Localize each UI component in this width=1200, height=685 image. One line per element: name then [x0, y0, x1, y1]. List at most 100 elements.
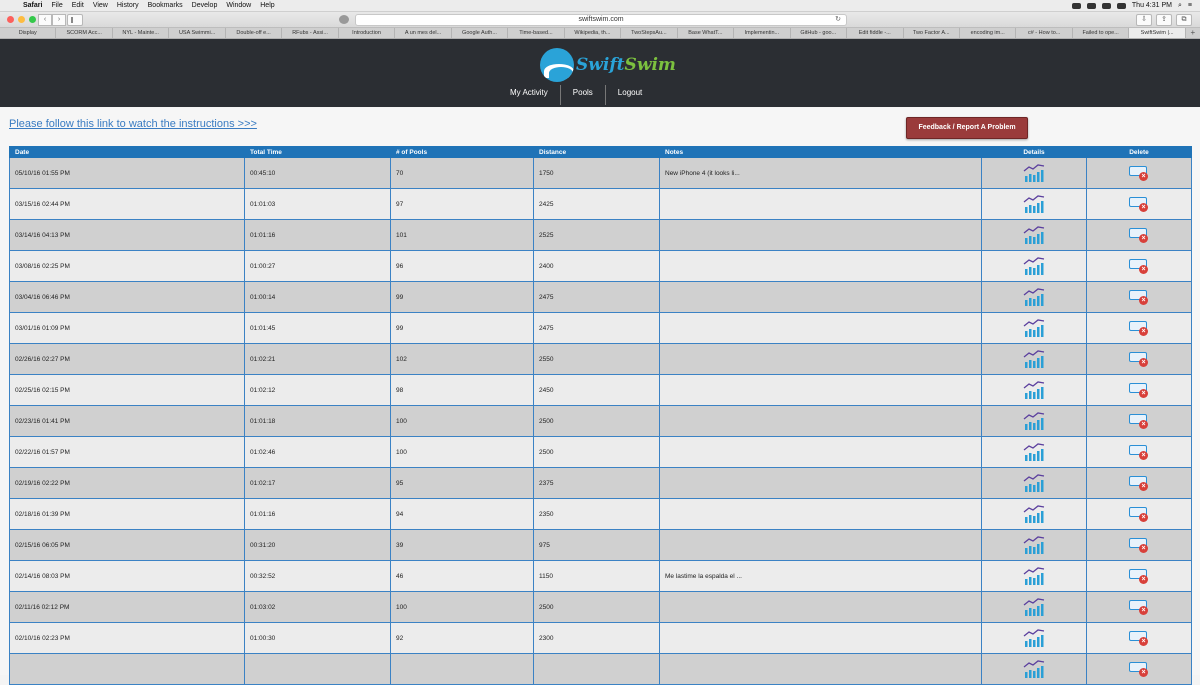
details-chart-icon[interactable]	[1023, 598, 1045, 616]
browser-tab[interactable]: Wikipedia, th...	[565, 28, 622, 38]
col-header-date[interactable]: Date	[9, 146, 245, 158]
menu-file[interactable]: File	[51, 0, 62, 11]
delete-icon[interactable]: ×	[1127, 194, 1151, 214]
status-icon[interactable]	[1071, 2, 1081, 9]
feedback-button[interactable]: Feedback / Report A Problem	[906, 117, 1028, 139]
delete-icon[interactable]: ×	[1127, 318, 1151, 338]
browser-tab[interactable]: SCORM Acc...	[56, 28, 113, 38]
battery-icon[interactable]	[1116, 2, 1126, 9]
col-header-pools[interactable]: # of Pools	[390, 146, 534, 158]
details-chart-icon[interactable]	[1023, 381, 1045, 399]
cell-notes	[659, 312, 982, 344]
delete-icon[interactable]: ×	[1127, 473, 1151, 493]
details-chart-icon[interactable]	[1023, 474, 1045, 492]
show-tabs-button[interactable]: ⧉	[1176, 14, 1192, 26]
reload-icon[interactable]: ↻	[835, 15, 841, 25]
browser-tab[interactable]: RFubs - Assi...	[282, 28, 339, 38]
menu-edit[interactable]: Edit	[72, 0, 84, 11]
details-chart-icon[interactable]	[1023, 412, 1045, 430]
browser-tab[interactable]: encoding im...	[960, 28, 1017, 38]
address-bar[interactable]: swiftswim.com ↻	[355, 14, 847, 26]
delete-icon[interactable]: ×	[1127, 163, 1151, 183]
details-chart-icon[interactable]	[1023, 536, 1045, 554]
nav-pools[interactable]: Pools	[559, 85, 605, 105]
downloads-button[interactable]: ⇩	[1136, 14, 1152, 26]
browser-tab[interactable]: Two Factor A...	[904, 28, 960, 38]
browser-tab[interactable]: TwoStepsAu...	[621, 28, 678, 38]
delete-icon[interactable]: ×	[1127, 287, 1151, 307]
col-header-notes[interactable]: Notes	[659, 146, 982, 158]
menu-safari[interactable]: Safari	[23, 0, 42, 11]
forward-button[interactable]: ›	[52, 14, 66, 26]
delete-icon[interactable]: ×	[1127, 380, 1151, 400]
browser-tab[interactable]: c# - How to...	[1016, 28, 1073, 38]
notification-center-icon[interactable]: ≡	[1188, 0, 1192, 11]
col-header-distance[interactable]: Distance	[533, 146, 660, 158]
browser-tab[interactable]: Display	[0, 28, 57, 38]
browser-tab[interactable]: Failed to ope...	[1073, 28, 1130, 38]
sidebar-toggle-button[interactable]	[67, 14, 83, 26]
menu-develop[interactable]: Develop	[192, 0, 218, 11]
browser-tab[interactable]: Introduction	[339, 28, 396, 38]
delete-icon[interactable]: ×	[1127, 442, 1151, 462]
delete-icon[interactable]: ×	[1127, 504, 1151, 524]
delete-icon[interactable]: ×	[1127, 535, 1151, 555]
details-chart-icon[interactable]	[1023, 195, 1045, 213]
new-tab-button[interactable]: +	[1186, 28, 1200, 38]
details-chart-icon[interactable]	[1023, 567, 1045, 585]
table-row: ×	[9, 653, 1192, 685]
spotlight-icon[interactable]: ⌕	[1178, 0, 1182, 11]
details-chart-icon[interactable]	[1023, 226, 1045, 244]
browser-tab[interactable]: Implementin...	[734, 28, 791, 38]
menu-help[interactable]: Help	[260, 0, 274, 11]
back-button[interactable]: ‹	[38, 14, 52, 26]
zoom-window-icon[interactable]	[29, 16, 36, 23]
wifi-icon[interactable]	[1101, 2, 1111, 9]
menubar-clock[interactable]: Thu 4:31 PM	[1132, 0, 1172, 11]
share-button[interactable]: ⇪	[1156, 14, 1172, 26]
cell-total-time: 01:00:14	[244, 281, 391, 313]
browser-tab[interactable]: A un mes del...	[395, 28, 452, 38]
browser-tab[interactable]: Double-off e...	[226, 28, 283, 38]
details-chart-icon[interactable]	[1023, 350, 1045, 368]
close-window-icon[interactable]	[7, 16, 14, 23]
details-chart-icon[interactable]	[1023, 319, 1045, 337]
instructions-link[interactable]: Please follow this link to watch the ins…	[9, 118, 257, 130]
details-chart-icon[interactable]	[1023, 288, 1045, 306]
menu-window[interactable]: Window	[226, 0, 251, 11]
col-header-total-time[interactable]: Total Time	[244, 146, 391, 158]
nav-logout[interactable]: Logout	[604, 85, 654, 105]
nav-my-activity[interactable]: My Activity	[498, 85, 560, 105]
cell-delete: ×	[1086, 343, 1192, 375]
status-icon[interactable]	[1086, 2, 1096, 9]
details-chart-icon[interactable]	[1023, 164, 1045, 182]
browser-tab[interactable]: Edit fiddle -...	[847, 28, 904, 38]
delete-icon[interactable]: ×	[1127, 411, 1151, 431]
browser-tab[interactable]: Google Auth...	[452, 28, 509, 38]
delete-icon[interactable]: ×	[1127, 597, 1151, 617]
minimize-window-icon[interactable]	[18, 16, 25, 23]
delete-icon[interactable]: ×	[1127, 256, 1151, 276]
browser-tab[interactable]: Time-based...	[508, 28, 565, 38]
browser-tab[interactable]: USA Swimmi...	[169, 28, 226, 38]
swiftswim-logo[interactable]: SwiftSwim	[540, 48, 676, 82]
delete-icon[interactable]: ×	[1127, 225, 1151, 245]
delete-icon[interactable]: ×	[1127, 349, 1151, 369]
cell-total-time: 01:00:30	[244, 622, 391, 654]
browser-tab[interactable]: Base WhatT...	[678, 28, 735, 38]
details-chart-icon[interactable]	[1023, 505, 1045, 523]
menu-history[interactable]: History	[117, 0, 139, 11]
delete-icon[interactable]: ×	[1127, 566, 1151, 586]
browser-tab[interactable]: NYL - Mainte...	[113, 28, 170, 38]
browser-tab[interactable]: GitHub - goo...	[791, 28, 848, 38]
browser-tab-active[interactable]: SwiftSwim |...	[1129, 28, 1186, 38]
menu-bookmarks[interactable]: Bookmarks	[148, 0, 183, 11]
details-chart-icon[interactable]	[1023, 443, 1045, 461]
menu-view[interactable]: View	[93, 0, 108, 11]
privacy-icon[interactable]	[339, 15, 349, 24]
details-chart-icon[interactable]	[1023, 629, 1045, 647]
details-chart-icon[interactable]	[1023, 660, 1045, 678]
details-chart-icon[interactable]	[1023, 257, 1045, 275]
delete-icon[interactable]: ×	[1127, 628, 1151, 648]
delete-icon[interactable]: ×	[1127, 659, 1151, 679]
